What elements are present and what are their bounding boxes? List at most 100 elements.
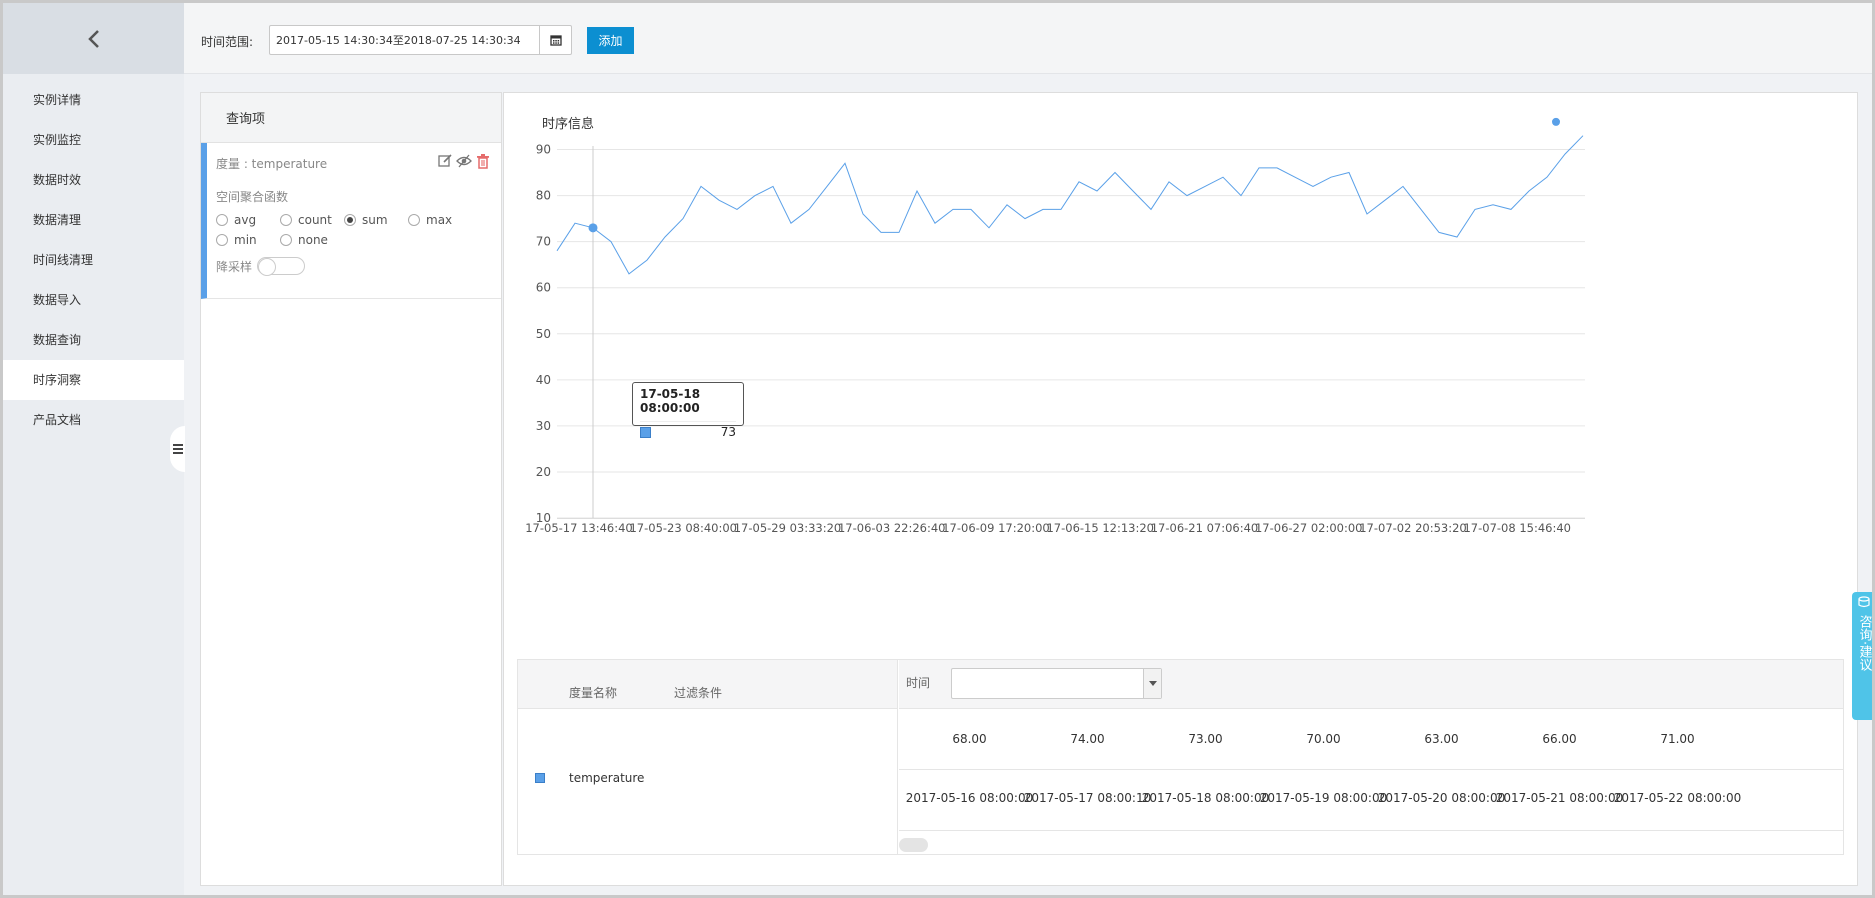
sidebar: 实例详情 实例监控 数据时效 数据清理 时间线清理 数据导入 数据查询 时序洞察 产品文档 xyxy=(3,3,184,895)
x-tick-label: 17-06-21 07:06:40 xyxy=(1151,521,1259,535)
radio-label: sum xyxy=(362,213,388,227)
x-tick-label: 17-05-29 03:33:20 xyxy=(734,521,842,535)
x-tick-label: 17-06-15 12:13:20 xyxy=(1046,521,1154,535)
sidebar-item[interactable]: 产品文档 xyxy=(3,400,184,440)
y-tick-label: 70 xyxy=(536,235,551,249)
hide-icon[interactable] xyxy=(456,153,472,169)
horizontal-scrollbar[interactable] xyxy=(899,838,928,852)
radio-dot xyxy=(344,214,356,226)
consult-label: 咨询·建议 xyxy=(1856,615,1872,672)
series-swatch xyxy=(535,773,545,783)
y-tick-label: 80 xyxy=(536,189,551,203)
agg-radio-none[interactable]: none xyxy=(280,233,344,247)
sidebar-item[interactable]: 实例监控 xyxy=(3,120,184,160)
app-window: 实例详情 实例监控 数据时效 数据清理 时间线清理 数据导入 数据查询 时序洞察 产品文档 时间… xyxy=(0,0,1875,898)
time-header: 时间 xyxy=(899,660,1843,709)
time-range-picker[interactable] xyxy=(269,25,572,55)
radio-dot xyxy=(408,214,420,226)
filter-header: 过滤条件 xyxy=(674,686,723,700)
data-table: 度量名称 过滤条件 temperature 时间 68.00 74.00 73.00… xyxy=(517,659,1844,855)
y-tick-label: 20 xyxy=(536,465,551,479)
back-button[interactable] xyxy=(3,3,184,74)
y-tick-label: 60 xyxy=(536,281,551,295)
delete-icon[interactable] xyxy=(475,153,491,169)
aggregation-options: avg count sum max min none xyxy=(216,213,501,247)
x-tick-label: 17-07-02 20:53:20 xyxy=(1359,521,1467,535)
timestamps-row: 2017-05-16 08:00:00 2017-05-17 08:00:10 20… xyxy=(899,770,1843,831)
sidebar-item[interactable]: 实例详情 xyxy=(3,80,184,120)
agg-radio-avg[interactable]: avg xyxy=(216,213,280,227)
downsample-row: 降采样 xyxy=(216,257,501,276)
chart-tooltip: 17-05-18 08:00:00 73 xyxy=(632,382,744,439)
agg-radio-max[interactable]: max xyxy=(408,213,472,227)
query-panel-title: 查询项 xyxy=(201,93,501,143)
tooltip-time: 17-05-18 08:00:00 xyxy=(640,387,701,415)
toolbar: 时间范围: 添加 xyxy=(184,3,1872,74)
aggregation-label: 空间聚合函数 xyxy=(216,190,289,204)
data-table-header: 度量名称 过滤条件 xyxy=(518,660,897,709)
series-line xyxy=(556,135,1584,275)
value-cell: 71.00 xyxy=(1660,732,1695,746)
y-tick-label: 90 xyxy=(536,143,551,157)
consult-button[interactable]: 咨询·建议 xyxy=(1852,592,1872,720)
radio-label: count xyxy=(298,213,332,227)
dropdown-arrow-icon xyxy=(1143,669,1161,698)
radio-dot xyxy=(280,214,292,226)
downsample-label: 降采样 xyxy=(216,259,253,274)
tooltip-value: 73 xyxy=(720,425,736,439)
data-table-values: 时间 68.00 74.00 73.00 70.00 63.00 66.00 71.00 2… xyxy=(899,660,1843,854)
series-name: temperature xyxy=(569,771,645,785)
sidebar-item[interactable]: 数据清理 xyxy=(3,200,184,240)
metric-name-header: 度量名称 xyxy=(569,686,618,700)
chevron-left-icon xyxy=(87,29,99,48)
radio-label: min xyxy=(234,233,257,247)
series-row[interactable]: temperature xyxy=(518,709,897,853)
sidebar-nav: 实例详情 实例监控 数据时效 数据清理 时间线清理 数据导入 数据查询 时序洞察 产品文档 xyxy=(3,74,184,440)
radio-dot xyxy=(216,234,228,246)
x-tick-label: 17-05-17 13:46:40 xyxy=(525,521,633,535)
add-button[interactable]: 添加 xyxy=(587,27,634,54)
sidebar-item[interactable]: 时序洞察 xyxy=(3,360,184,400)
query-item[interactable]: 度量 : temperature 空间聚合函数 avg count sum max mi… xyxy=(201,143,501,299)
edit-icon[interactable] xyxy=(437,153,453,169)
chat-icon xyxy=(1857,596,1870,608)
y-tick-label: 30 xyxy=(536,419,551,433)
time-select[interactable] xyxy=(951,668,1162,699)
radio-label: avg xyxy=(234,213,257,227)
y-tick-label: 50 xyxy=(536,327,551,341)
time-range-input[interactable] xyxy=(270,26,539,54)
sidebar-collapse-button[interactable] xyxy=(170,426,185,472)
timestamp-cell: 2017-05-22 08:00:00 xyxy=(1613,791,1742,805)
sidebar-item[interactable]: 数据导入 xyxy=(3,280,184,320)
sidebar-item[interactable]: 数据查询 xyxy=(3,320,184,360)
calendar-icon xyxy=(549,35,562,46)
radio-label: none xyxy=(298,233,328,247)
agg-radio-count[interactable]: count xyxy=(280,213,344,227)
x-tick-label: 17-06-27 02:00:00 xyxy=(1255,521,1363,535)
data-table-series: 度量名称 过滤条件 temperature xyxy=(518,660,898,854)
y-tick-label: 40 xyxy=(536,373,551,387)
x-tick-label: 17-06-09 17:20:00 xyxy=(942,521,1050,535)
tooltip-series-swatch xyxy=(640,426,651,438)
values-row: 68.00 74.00 73.00 70.00 63.00 66.00 71.00 xyxy=(899,709,1843,770)
query-item-actions xyxy=(437,153,491,169)
agg-radio-min[interactable]: min xyxy=(216,233,280,247)
downsample-toggle[interactable] xyxy=(257,257,306,276)
x-tick-label: 17-06-03 22:26:40 xyxy=(838,521,946,535)
time-range-label: 时间范围: xyxy=(201,35,254,49)
x-tick-label: 17-07-08 15:46:40 xyxy=(1463,521,1571,535)
agg-radio-sum[interactable]: sum xyxy=(344,213,408,227)
line-chart[interactable]: 10203040506070809017-05-17 13:46:4017-05… xyxy=(504,93,1859,653)
radio-dot xyxy=(216,214,228,226)
menu-icon xyxy=(172,444,183,454)
time-label: 时间 xyxy=(906,676,931,690)
radio-dot xyxy=(280,234,292,246)
highlight-point xyxy=(588,223,598,233)
x-tick-label: 17-05-23 08:40:00 xyxy=(629,521,737,535)
sidebar-item[interactable]: 时间线清理 xyxy=(3,240,184,280)
tooltip-row: 73 xyxy=(640,421,736,439)
calendar-button[interactable] xyxy=(539,26,571,54)
query-panel: 查询项 度量 : temperature 空间聚合函数 avg count sum m… xyxy=(200,92,502,886)
sidebar-item[interactable]: 数据时效 xyxy=(3,160,184,200)
marker-point xyxy=(1552,117,1560,126)
